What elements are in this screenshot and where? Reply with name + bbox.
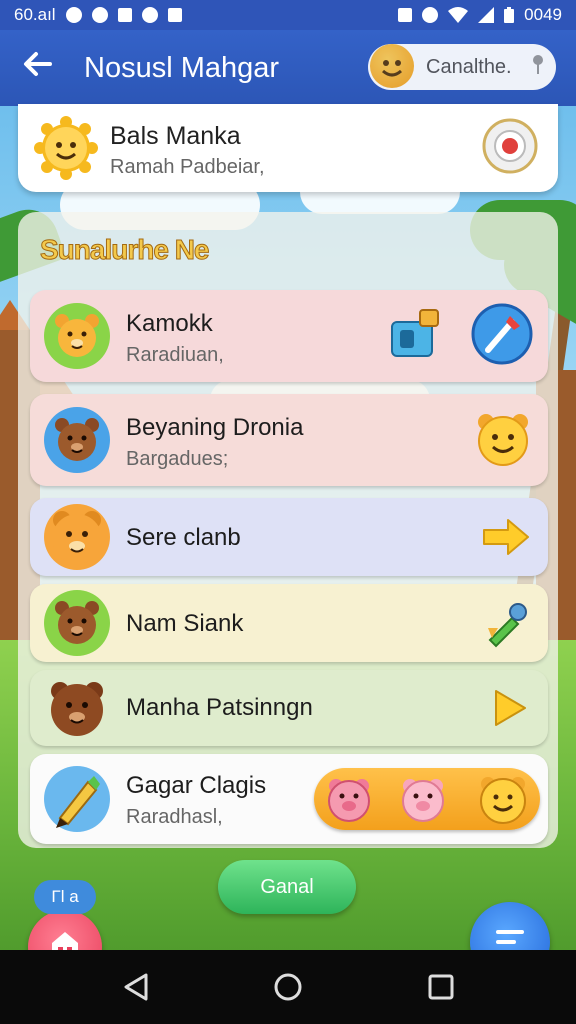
profile-name: Bals Manka [110, 122, 241, 150]
status-bar: 60.aıl 0049 [0, 0, 576, 30]
list-item-name: Kamokk [126, 310, 213, 337]
pig-face-icon [328, 779, 370, 822]
pig-face-icon [402, 779, 444, 822]
list-item[interactable]: Gagar Clagis Raradhasl, [30, 754, 548, 844]
pencil-avatar-icon [44, 766, 110, 832]
arrow-right-icon[interactable] [482, 518, 530, 556]
smiley-bear-icon[interactable] [474, 410, 532, 468]
profile-subtitle: Ramah Padbeiar, [110, 156, 265, 178]
pin-icon [533, 55, 543, 74]
status-bar-left: 60.aıl [14, 5, 182, 25]
mascot-avatar [370, 44, 414, 88]
back-button[interactable] [22, 48, 62, 88]
list-item[interactable]: Beyaning Dronia Bargadues; [30, 394, 548, 486]
status-bar-right: 0049 [398, 5, 562, 25]
system-nav-bar [0, 950, 576, 1024]
list-item[interactable]: Nam Siank [30, 584, 548, 662]
status-text-left: 60.aıl [14, 5, 56, 24]
nfc-icon [398, 8, 413, 22]
smiley-face-icon [382, 60, 402, 77]
rocket-icon[interactable] [482, 598, 532, 648]
list-item-name: Nam Siank [126, 610, 244, 637]
list-item-subtitle: Raradiuan, [126, 344, 224, 366]
bear-avatar-icon [44, 504, 110, 570]
account-chip[interactable]: Canalthe. [368, 44, 556, 90]
status-time: 0049 [524, 5, 562, 24]
friends-badge[interactable] [314, 768, 540, 830]
account-label: Canalthe. [426, 56, 512, 78]
app-bar: Nosusl Mahgar Canalthe. [0, 30, 576, 106]
camera-icon[interactable] [386, 304, 446, 364]
list-item-subtitle: Raradhasl, [126, 806, 223, 828]
nav-recents-icon[interactable] [426, 972, 456, 1002]
record-icon [65, 7, 82, 23]
list-item-subtitle: Bargadues; [126, 448, 229, 470]
bear-avatar-icon [44, 590, 110, 656]
smiley-bear-icon [480, 777, 526, 824]
list-panel: Sunalurhe Ne Kamokk Raradiuan, Beyaning … [18, 212, 558, 848]
bear-avatar-icon [44, 303, 110, 369]
primary-action-button[interactable]: Ganal [218, 860, 356, 914]
list-item-name: Beyaning Dronia [126, 414, 304, 441]
arrow-left-icon [24, 52, 52, 76]
list-item-name: Sere clanb [126, 524, 241, 551]
sun-character-icon [34, 116, 98, 180]
list-item-name: Gagar Clagis [126, 772, 267, 799]
record-button-icon[interactable] [482, 118, 538, 174]
home-icon [167, 8, 182, 22]
list-item[interactable]: Sere clanb [30, 498, 548, 576]
profile-card[interactable]: Bals Manka Ramah Padbeiar, [18, 104, 558, 192]
bear-avatar-icon [44, 675, 110, 741]
bear-avatar-icon [44, 407, 110, 473]
settings-icon [91, 7, 108, 23]
page-title: Nosusl Mahgar [84, 52, 280, 84]
alarm-icon [422, 7, 439, 23]
wifi-icon [448, 7, 469, 23]
brush-icon[interactable] [470, 302, 534, 366]
image-icon [117, 8, 132, 22]
nav-home-icon[interactable] [273, 972, 303, 1002]
nav-back-icon[interactable] [122, 972, 152, 1002]
navigation-icon [141, 7, 158, 23]
panel-title: Sunalurhe Ne [39, 234, 209, 266]
list-item[interactable]: Kamokk Raradiuan, [30, 290, 548, 382]
play-icon[interactable] [492, 688, 528, 728]
list-item[interactable]: Manha Patsinngn [30, 670, 548, 746]
list-item-name: Manha Patsinngn [126, 694, 313, 721]
signal-icon [478, 7, 495, 23]
notification-chip[interactable]: Γl a [34, 880, 96, 914]
battery-icon [504, 7, 515, 23]
